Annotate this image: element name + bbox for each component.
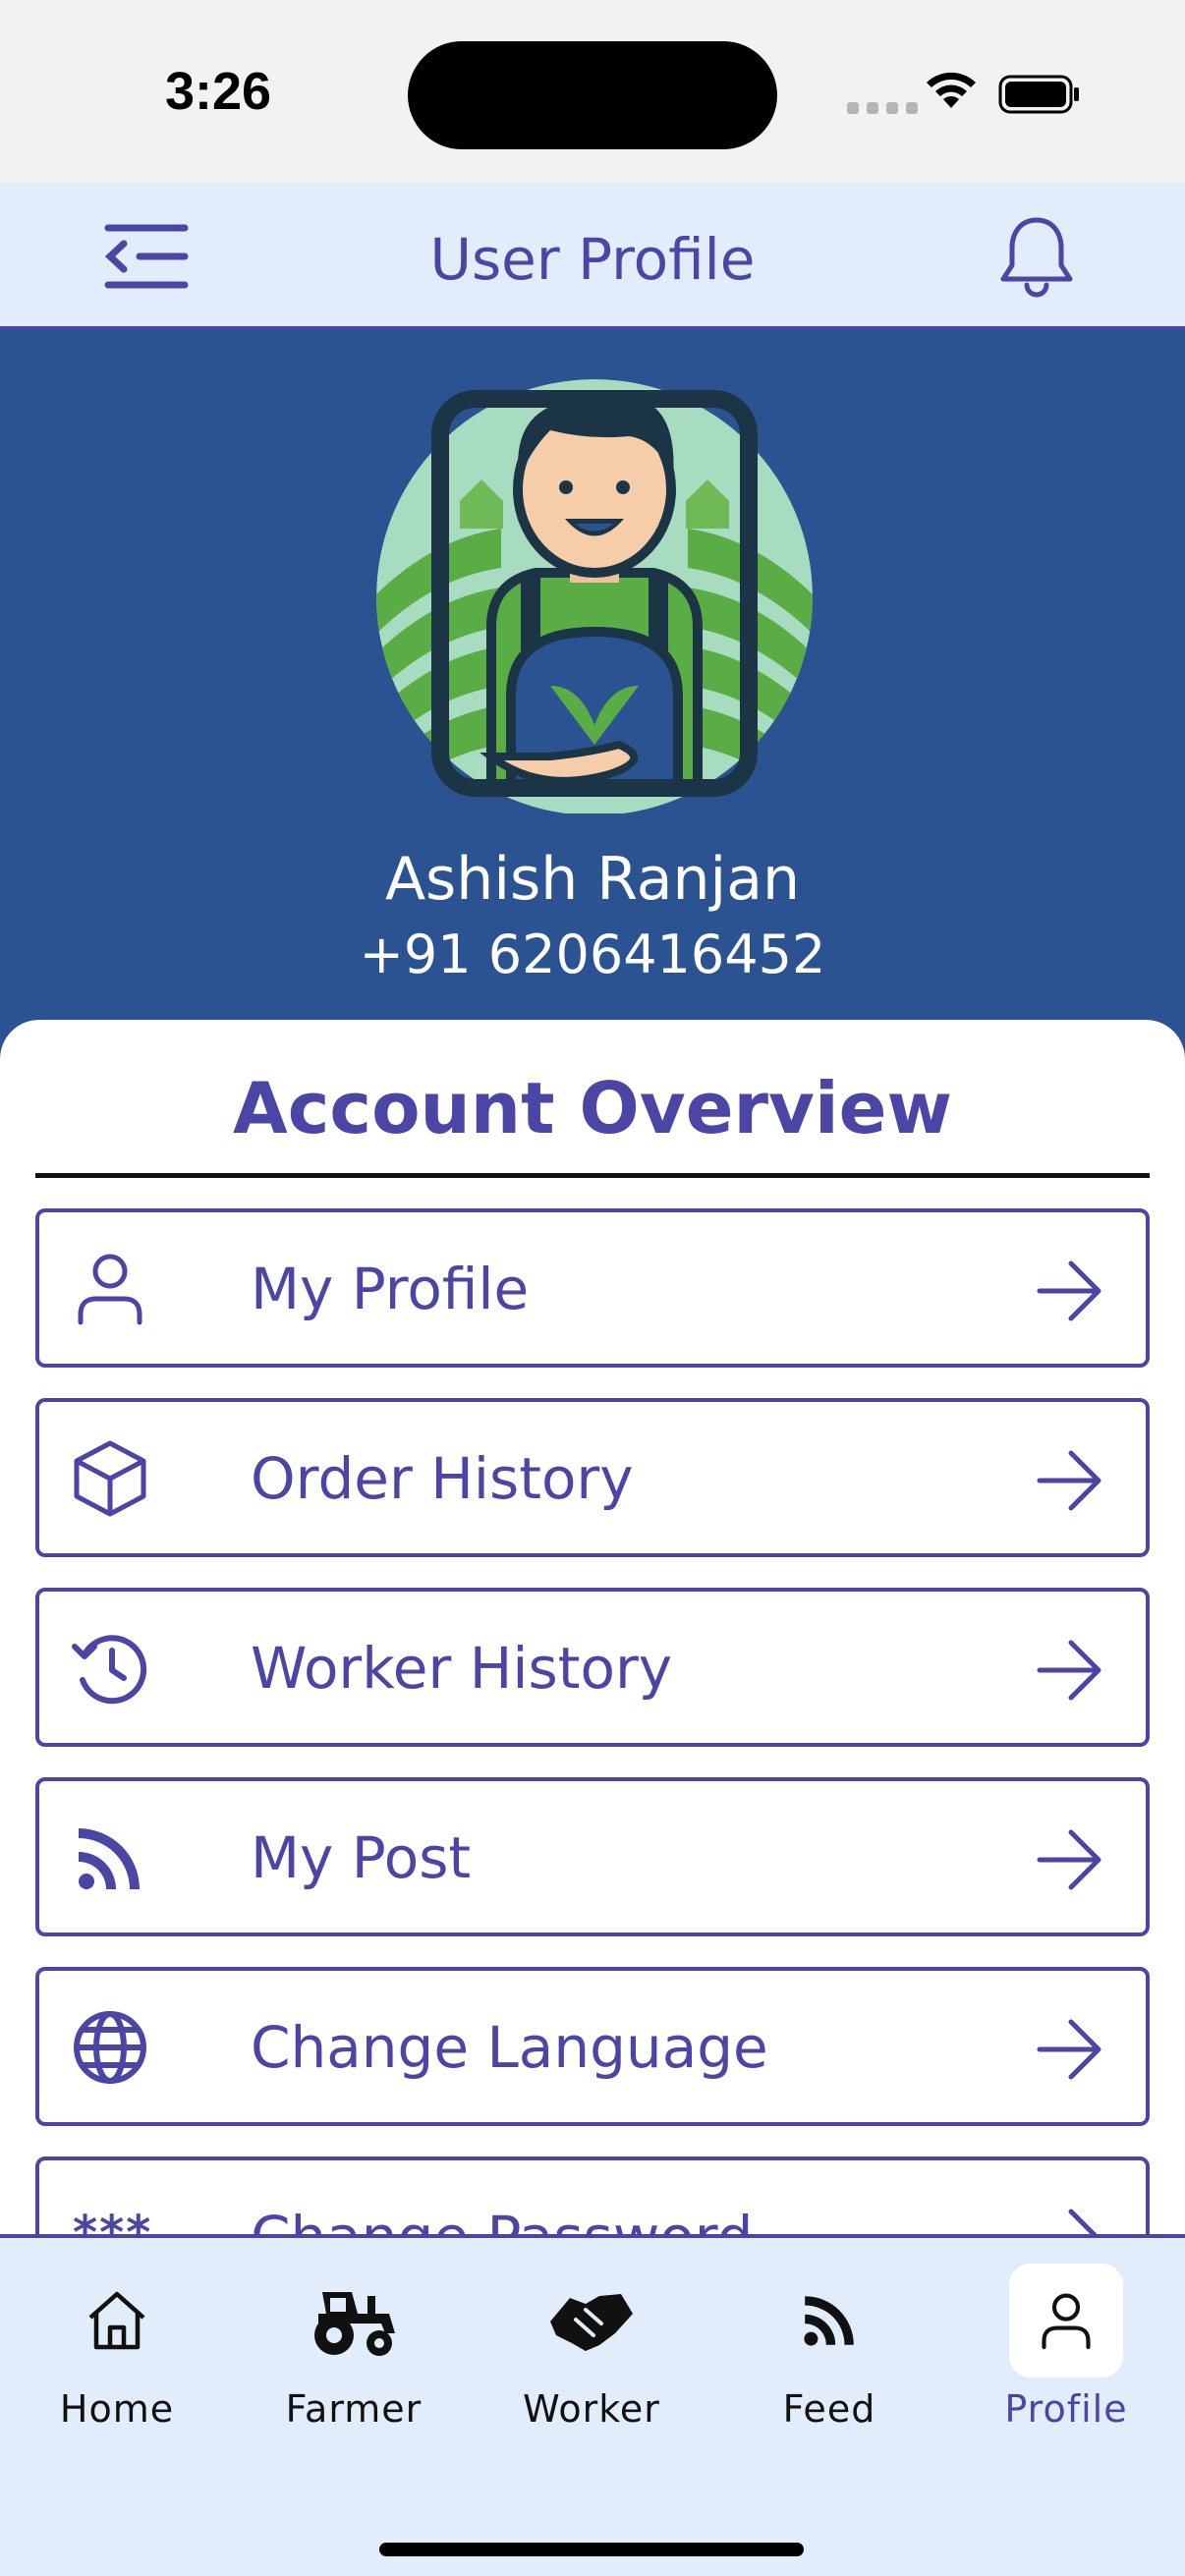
dynamic-island	[408, 41, 777, 149]
home-indicator	[379, 2543, 804, 2556]
globe-icon	[74, 2011, 146, 2084]
menu-item-order-history[interactable]: Order History	[35, 1398, 1150, 1557]
bottom-nav: Home Farmer Worker Feed Profile	[0, 2234, 1185, 2576]
arrow-right-icon	[1037, 1829, 1101, 1890]
battery-icon	[998, 75, 1079, 114]
status-time: 3:26	[165, 62, 272, 121]
nav-item-label: Home	[59, 2387, 175, 2431]
menu-item-label: My Post	[251, 1824, 472, 1891]
bell-icon[interactable]	[998, 214, 1075, 299]
nav-item-feed[interactable]: Feed	[731, 2264, 928, 2450]
section-title: Account Overview	[233, 1067, 952, 1149]
wifi-icon	[927, 72, 976, 108]
arrow-right-icon	[1037, 1640, 1101, 1701]
nav-item-label: Farmer	[285, 2387, 423, 2431]
nav-item-farmer[interactable]: Farmer	[255, 2264, 452, 2450]
menu-item-label: Order History	[251, 1445, 634, 1512]
nav-item-home[interactable]: Home	[19, 2264, 215, 2450]
nav-item-label: Worker	[523, 2387, 660, 2431]
nav-item-label: Feed	[782, 2387, 876, 2431]
arrow-right-icon	[1037, 1260, 1101, 1321]
rss-icon	[804, 2296, 854, 2346]
history-icon	[72, 1635, 147, 1705]
box-icon	[74, 1440, 146, 1517]
menu-item-label: Worker History	[251, 1635, 673, 1702]
user-icon	[78, 1254, 142, 1325]
status-bar: 3:26	[0, 0, 1185, 183]
arrow-right-icon	[1037, 2019, 1101, 2080]
account-overview-card: Account Overview My Profile Order Histor…	[0, 1020, 1185, 2238]
menu-item-change-language[interactable]: Change Language	[35, 1967, 1150, 2126]
menu-item-my-post[interactable]: My Post	[35, 1777, 1150, 1936]
divider	[35, 1173, 1150, 1178]
user-icon	[1042, 2293, 1091, 2350]
rss-icon	[79, 1828, 140, 1889]
cellular-signal-icon	[847, 102, 918, 114]
home-icon	[88, 2291, 145, 2350]
handshake-icon	[550, 2294, 633, 2351]
menu-item-label: Change Password	[251, 2204, 754, 2238]
nav-item-profile[interactable]: Profile	[968, 2264, 1164, 2450]
user-phone: +91 6206416452	[359, 924, 826, 985]
menu-item-my-profile[interactable]: My Profile	[35, 1208, 1150, 1368]
avatar[interactable]	[373, 371, 816, 813]
arrow-right-icon	[1037, 2209, 1101, 2238]
menu-item-label: Change Language	[251, 2014, 768, 2081]
nav-item-worker[interactable]: Worker	[493, 2264, 690, 2450]
menu-item-change-password[interactable]: *** Change Password	[35, 2156, 1150, 2238]
arrow-right-icon	[1037, 1450, 1101, 1511]
profile-hero: Ashish Ranjan +91 6206416452	[0, 334, 1185, 1022]
menu-item-worker-history[interactable]: Worker History	[35, 1588, 1150, 1747]
nav-item-label: Profile	[1004, 2387, 1128, 2431]
menu-item-label: My Profile	[251, 1256, 530, 1322]
tractor-icon	[314, 2292, 395, 2356]
user-name: Ashish Ranjan	[385, 845, 800, 914]
app-header: User Profile	[0, 183, 1185, 330]
